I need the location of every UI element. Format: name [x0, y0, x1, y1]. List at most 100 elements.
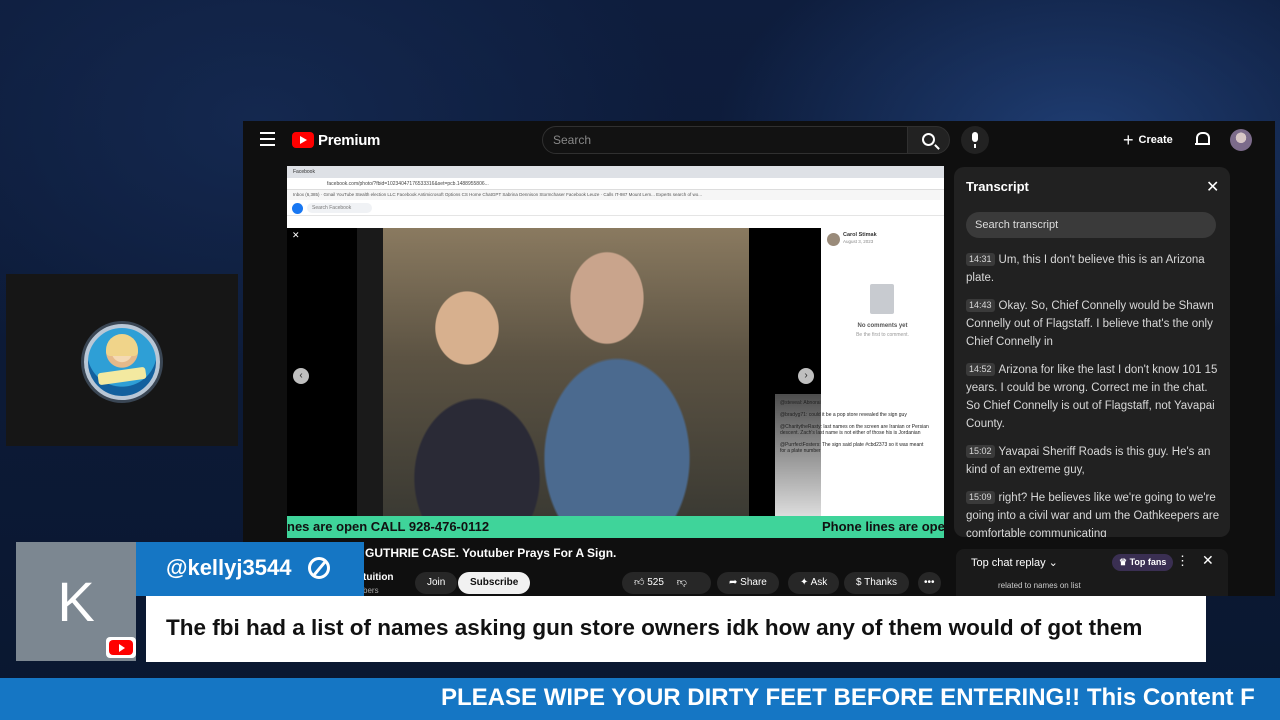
commenter-username: @kellyj3544	[166, 555, 292, 580]
streamer-avatar	[84, 324, 160, 400]
facebook-logo-icon	[292, 203, 303, 214]
avatar-hair	[106, 334, 138, 356]
chat-message: related to names on list	[998, 581, 1081, 590]
video-title-text: GUTHRIE CASE. Youtuber Prays For A Sign.	[365, 546, 617, 560]
create-label: Create	[1138, 134, 1173, 146]
chevron-down-icon: ⌄	[1048, 557, 1058, 569]
channel-subscribers: bers	[363, 586, 379, 595]
thumbs-up-icon: 👍︎	[634, 577, 645, 588]
chat-line: @PurrfectFosters: The sign said plate #c…	[780, 442, 924, 454]
thanks-button[interactable]: $ Thanks	[844, 572, 909, 594]
segment-text: right? He believes like we're going to w…	[966, 492, 1220, 537]
join-button[interactable]: Join	[415, 572, 458, 594]
sparkle-icon: ✦	[800, 577, 811, 588]
more-icon: •••	[924, 577, 935, 588]
transcript-segment[interactable]: 15:09 right? He believes like we're going…	[966, 489, 1222, 537]
stream-chat-overlay: @steveal: Abnorai @bradyg71: could it be…	[775, 394, 935, 524]
photo-viewer: ‹ ›	[287, 228, 821, 516]
browser-bookmarks-bar: Inbox (6,385) · Gmail YouTube Stealth el…	[287, 190, 944, 200]
menu-icon[interactable]	[260, 132, 275, 146]
search-icon	[922, 133, 935, 146]
plus-icon: +	[1123, 130, 1134, 150]
browser-address-bar: facebook.com/photo/?fbid=102340471765333…	[287, 178, 944, 190]
chat-mode-dropdown[interactable]: Top chat replay ⌄	[971, 556, 1058, 569]
search-input[interactable]: Search	[542, 126, 908, 154]
previous-photo-icon: ‹	[293, 368, 309, 384]
prohibited-icon	[308, 557, 330, 579]
commenter-name-bar: @kellyj3544	[136, 542, 364, 596]
phone-lines-banner: nes are open CALL 928-476-0112 Phone lin…	[287, 516, 944, 538]
facebook-header: Search Facebook	[287, 200, 944, 216]
segment-text: Arizona for like the last I don't know 1…	[966, 364, 1218, 430]
transcript-search-input[interactable]: Search transcript	[966, 212, 1216, 238]
timestamp: 14:43	[966, 299, 995, 312]
chat-line: @steveal: Abnorai	[780, 400, 821, 406]
document-icon	[870, 284, 894, 314]
more-vert-icon[interactable]: ⋮	[1176, 553, 1189, 569]
notifications-bell-icon[interactable]	[1195, 131, 1210, 147]
segment-text: Um, this I don't believe this is an Ariz…	[966, 254, 1205, 284]
transcript-panel: Transcript ✕ Search transcript 14:31 Um, …	[954, 167, 1230, 537]
comment-text: The fbi had a list of names asking gun s…	[166, 615, 1143, 640]
photo	[357, 228, 749, 516]
transcript-segment[interactable]: 14:52 Arizona for like the last I don't k…	[966, 361, 1222, 433]
voice-search-button[interactable]	[961, 126, 989, 154]
youtube-play-icon	[292, 132, 314, 148]
channel-name[interactable]: tuition	[363, 572, 394, 583]
timestamp: 14:52	[966, 363, 995, 376]
transcript-title: Transcript	[966, 179, 1029, 194]
chat-line: @CharitytheRasty: last names on the scre…	[780, 424, 929, 436]
share-button[interactable]: ➦ Share	[717, 572, 779, 594]
thumbs-down-icon: 👎︎	[676, 577, 687, 588]
video-player[interactable]: Facebook facebook.com/photo/?fbid=102340…	[287, 166, 944, 538]
account-avatar[interactable]	[1230, 129, 1252, 151]
like-count: 525	[647, 577, 664, 588]
share-label: Share	[740, 577, 767, 588]
transcript-segment[interactable]: 14:43 Okay. So, Chief Connelly would be S…	[966, 297, 1222, 351]
ask-button[interactable]: ✦ Ask	[788, 572, 840, 594]
timestamp: 14:31	[966, 253, 995, 266]
microphone-icon	[972, 132, 978, 148]
ticker-bar: PLEASE WIPE YOUR DIRTY FEET BEFORE ENTER…	[0, 678, 1280, 720]
youtube-logo[interactable]: Premium	[292, 131, 380, 149]
more-actions-button[interactable]: •••	[918, 572, 941, 594]
facebook-search: Search Facebook	[307, 203, 372, 213]
be-first-text: Be the first to comment.	[856, 332, 909, 338]
poster-name: Carol Stimak	[843, 232, 877, 238]
transcript-segment[interactable]: 14:31 Um, this I don't believe this is an…	[966, 251, 1222, 287]
like-dislike-button[interactable]: 👍︎ 525 👎︎	[622, 572, 711, 594]
close-icon[interactable]: ✕	[1202, 552, 1214, 569]
youtube-window: Premium Search + Create Facebook faceboo…	[243, 121, 1275, 596]
timestamp: 15:09	[966, 491, 995, 504]
subscribe-button[interactable]: Subscribe	[458, 572, 531, 594]
top-fans-button[interactable]: ♛ Top fans	[1112, 554, 1174, 571]
ticker-text: PLEASE WIPE YOUR DIRTY FEET BEFORE ENTER…	[441, 684, 1255, 711]
logo-text: Premium	[318, 131, 381, 149]
crown-icon: ♛	[1119, 557, 1130, 567]
segment-text: Yavapai Sheriff Roads is this guy. He's …	[966, 446, 1211, 476]
thanks-label: Thanks	[864, 577, 897, 588]
comment-message-bar: The fbi had a list of names asking gun s…	[146, 596, 1206, 662]
poster-date: August 3, 2023	[843, 239, 874, 244]
segment-text: Okay. So, Chief Connelly would be Shawn …	[966, 300, 1214, 348]
ask-label: Ask	[810, 577, 828, 588]
create-button[interactable]: + Create	[1123, 130, 1173, 150]
next-photo-icon: ›	[798, 368, 814, 384]
transcript-list: 14:31 Um, this I don't believe this is an…	[966, 251, 1222, 537]
photo-frame-edge	[357, 228, 383, 516]
photo-close-icon: ✕	[292, 230, 300, 240]
share-icon: ➦	[729, 577, 741, 588]
poster-avatar	[827, 233, 840, 246]
top-fans-label: Top fans	[1129, 557, 1167, 567]
chat-mode-label: Top chat replay	[971, 557, 1046, 569]
thanks-icon: $	[856, 577, 865, 588]
close-icon[interactable]: ✕	[1206, 177, 1219, 197]
search-button[interactable]	[907, 126, 950, 154]
chat-line: @bradyg71: could it be a pop store revea…	[780, 412, 907, 418]
browser-tab: Facebook	[287, 166, 944, 178]
banner-text: nes are open CALL 928-476-0112	[287, 519, 490, 534]
transcript-segment[interactable]: 15:02 Yavapai Sheriff Roads is this guy. …	[966, 443, 1222, 479]
avatar-badge	[97, 366, 147, 386]
youtube-badge-icon	[106, 637, 136, 658]
live-chat-header: Top chat replay ⌄ ♛ Top fans ⋮ ✕ related…	[956, 549, 1228, 596]
